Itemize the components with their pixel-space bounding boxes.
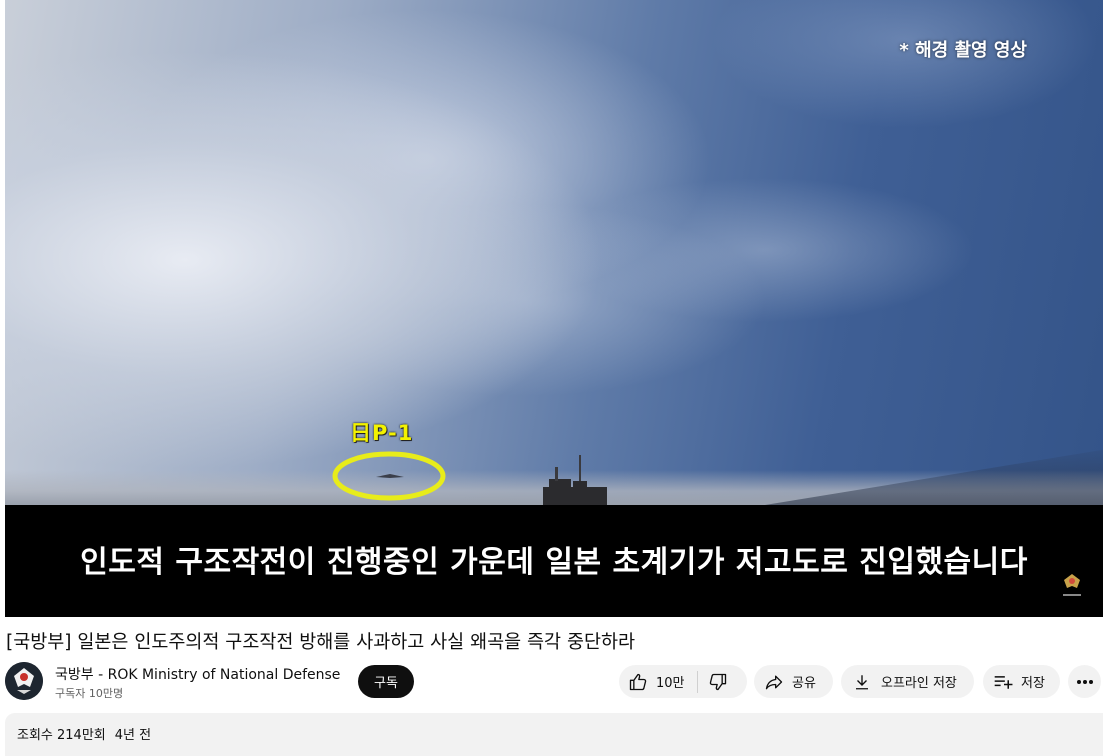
description-box[interactable]: 조회수 214만회 4년 전 [5, 713, 1103, 756]
channel-name[interactable]: 국방부 - ROK Ministry of National Defense [55, 664, 340, 684]
subscriber-count: 구독자 10만명 [55, 687, 124, 700]
subscribe-button[interactable]: 구독 [358, 665, 414, 698]
like-button[interactable]: 10만 [619, 665, 697, 698]
share-icon [765, 675, 783, 689]
mnd-emblem-icon [5, 662, 43, 700]
playlist-add-icon [994, 675, 1013, 689]
video-frame-sky [5, 0, 1103, 505]
description-meta: 조회수 214만회 4년 전 [17, 724, 151, 743]
dislike-icon [709, 673, 726, 690]
offline-save-label: 오프라인 저장 [881, 676, 957, 691]
like-icon [629, 673, 647, 690]
more-icon [1076, 679, 1093, 684]
save-button[interactable]: 저장 [983, 665, 1060, 698]
video-watermark: * 해경 촬영 영상 [899, 40, 1027, 61]
target-label: 日P-1 [350, 421, 414, 445]
like-count: 10만 [656, 676, 685, 691]
mnd-emblem-icon [1063, 574, 1081, 596]
share-label: 공유 [792, 676, 816, 691]
view-count: 조회수 214만회 [17, 728, 106, 743]
dislike-button[interactable] [698, 665, 738, 698]
share-button[interactable]: 공유 [754, 665, 833, 698]
video-caption: 인도적 구조작전이 진행중인 가운데 일본 초계기가 저고도로 진입했습니다 [80, 545, 1028, 580]
video-player[interactable]: * 해경 촬영 영상 日P-1 인도적 구조작전이 진행중인 가운데 일본 초계… [5, 0, 1103, 617]
ship-silhouette [543, 455, 607, 505]
target-circle [332, 451, 446, 501]
download-icon [856, 674, 868, 689]
more-actions-button[interactable] [1068, 665, 1101, 698]
channel-avatar[interactable] [5, 662, 43, 700]
like-dislike-group: 10만 [619, 665, 747, 698]
upload-age: 4년 전 [114, 728, 152, 743]
video-title: [국방부] 일본은 인도주의적 구조작전 방해를 사과하고 사실 왜곡을 즉각 … [6, 632, 636, 653]
save-label: 저장 [1021, 676, 1045, 691]
offline-save-button[interactable]: 오프라인 저장 [841, 665, 974, 698]
